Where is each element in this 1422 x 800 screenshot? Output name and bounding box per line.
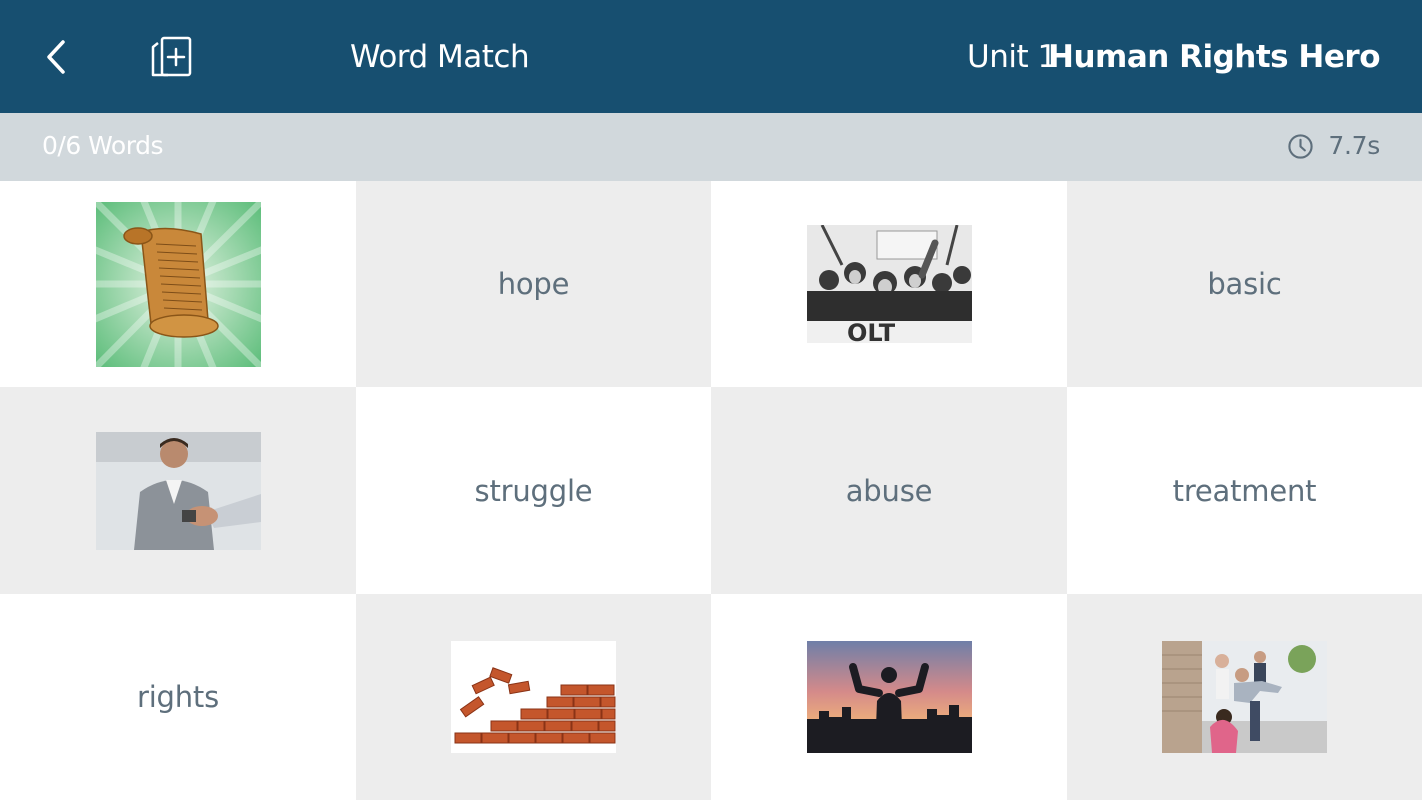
status-bar: 0/6 Words 7.7s (0, 113, 1422, 181)
tile-word-label: struggle (474, 473, 593, 508)
silhouette-sunset-image (806, 641, 972, 753)
chevron-left-icon (47, 40, 65, 74)
add-to-flashcards-button[interactable] (148, 33, 196, 81)
clock-icon (1288, 133, 1314, 159)
progress-count: 0/6 Words (42, 131, 163, 160)
tile-word-abuse[interactable]: abuse (711, 387, 1067, 594)
protest-crowd-image: OLT (806, 225, 972, 343)
svg-text:OLT: OLT (847, 319, 896, 343)
match-grid: hope OLT basic struggle abuse treatment … (0, 181, 1422, 800)
add-card-icon (151, 36, 192, 77)
tile-word-label: treatment (1172, 473, 1317, 508)
handshake-image (95, 431, 261, 550)
tile-image-bricks[interactable] (356, 594, 711, 800)
tile-image-handshake[interactable] (0, 387, 356, 594)
timer: 7.7s (1287, 129, 1380, 163)
bullying-children-image (1162, 641, 1327, 753)
unit-label: Unit 1 (967, 39, 1057, 75)
activity-title: Word Match (350, 39, 530, 75)
tile-image-scroll[interactable] (0, 181, 356, 387)
tile-word-label: hope (497, 267, 570, 301)
tile-word-struggle[interactable]: struggle (356, 387, 711, 594)
tile-image-protest[interactable]: OLT (711, 181, 1067, 387)
tile-word-treatment[interactable]: treatment (1067, 387, 1422, 594)
scroll-document-image (95, 201, 261, 367)
tile-word-hope[interactable]: hope (356, 181, 711, 387)
tile-word-label: rights (136, 680, 220, 714)
bricks-image (451, 641, 616, 753)
timer-value: 7.7s (1328, 131, 1380, 160)
tile-image-silhouette[interactable] (711, 594, 1067, 800)
tile-word-label: abuse (845, 473, 933, 508)
tile-word-rights[interactable]: rights (0, 594, 356, 800)
tile-word-label: basic (1207, 267, 1282, 301)
tile-word-basic[interactable]: basic (1067, 181, 1422, 387)
tile-image-bullying[interactable] (1067, 594, 1422, 800)
top-bar: Word Match Unit 1 Human Rights Hero (0, 0, 1422, 113)
lesson-title: Human Rights Hero (1048, 39, 1380, 75)
back-button[interactable] (36, 36, 76, 78)
